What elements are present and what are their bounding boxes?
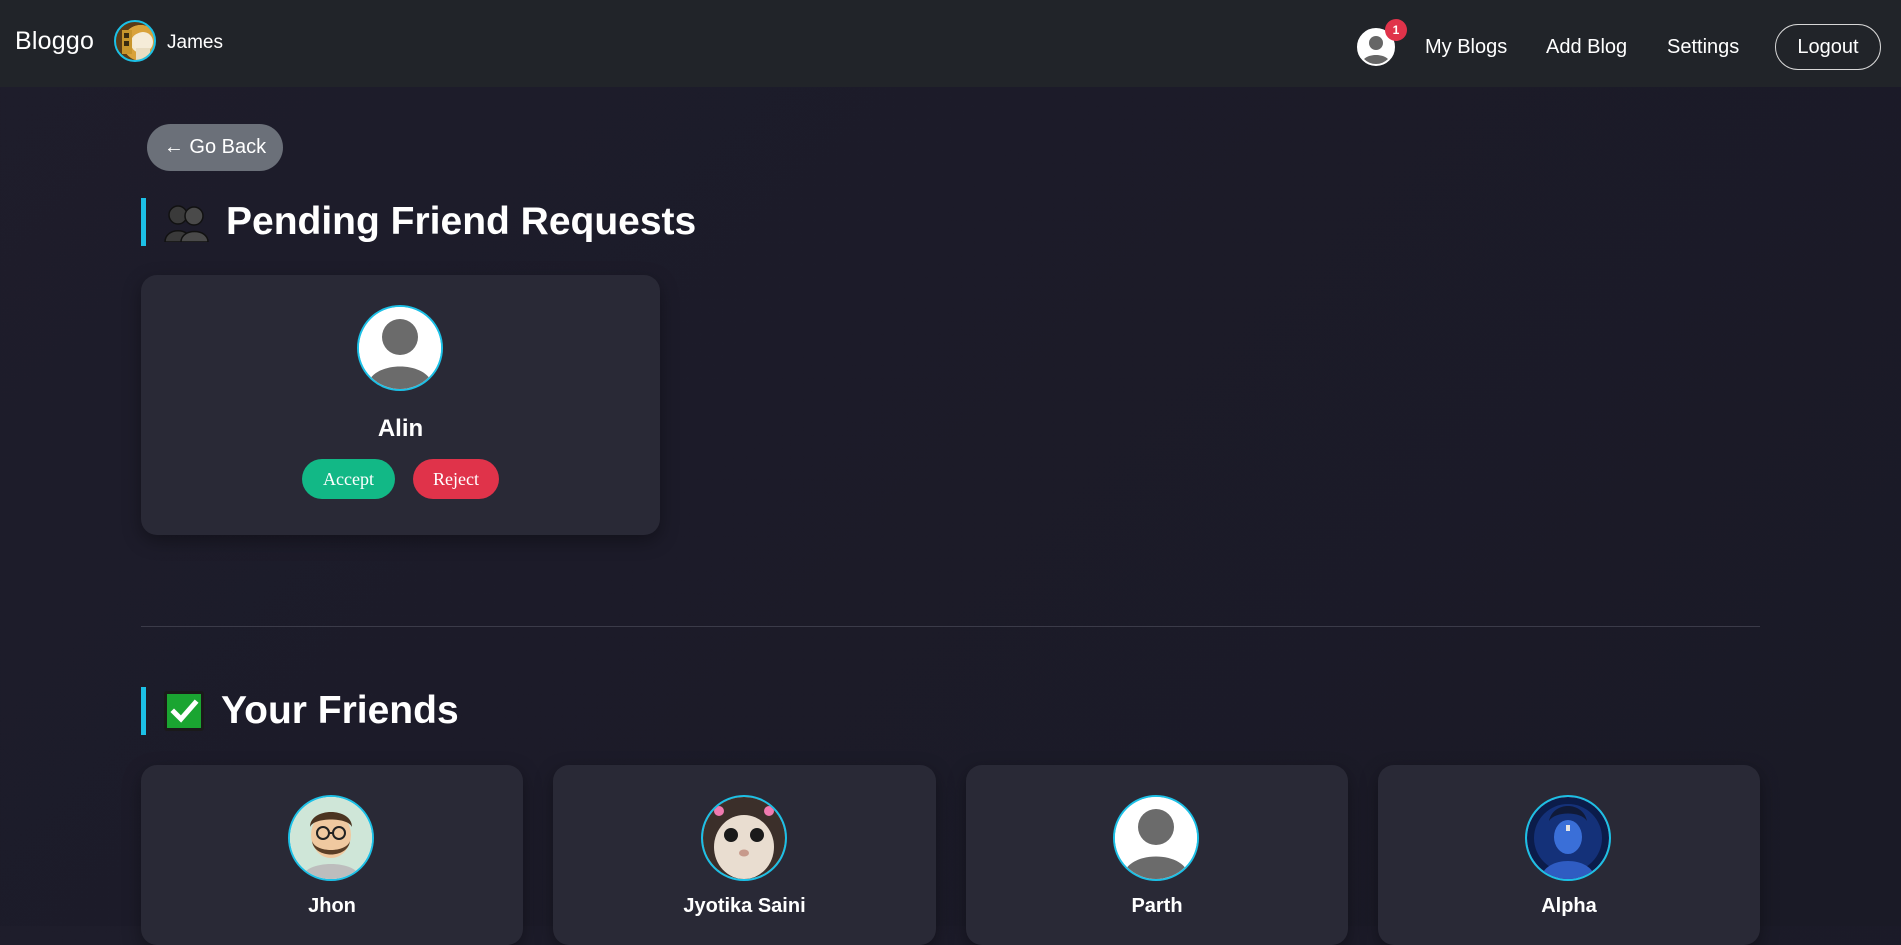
section-divider [141,626,1760,627]
top-navbar: Bloggo James 1 My Blogs Add Blog Setting… [0,0,1901,87]
friend-card[interactable]: Alpha [1378,765,1760,945]
request-user-name: Alin [377,415,424,442]
cartoon-man-avatar-icon [288,795,374,881]
your-friends-heading: Your Friends [141,687,459,735]
friend-card[interactable]: Parth [966,765,1348,945]
friend-requests-button[interactable]: 1 [1357,19,1407,66]
people-icon [164,202,210,243]
friend-card[interactable]: Jyotika Saini [553,765,936,945]
nav-my-blogs[interactable]: My Blogs [1425,36,1507,59]
accept-button[interactable]: Accept [302,459,395,499]
notification-badge: 1 [1385,19,1407,41]
friend-request-card: Alin Accept Reject [141,275,660,535]
friend-name: Parth [1131,895,1183,917]
friend-name: Jyotika Saini [683,895,806,917]
default-avatar-icon [1113,795,1199,881]
friend-name: Jhon [308,895,356,917]
pending-requests-heading: Pending Friend Requests [141,198,696,246]
blue-deity-avatar-icon [1525,795,1611,881]
cat-photo-avatar-icon [701,795,787,881]
reject-button[interactable]: Reject [413,459,499,499]
current-user-name: James [167,32,223,53]
friend-name: Alpha [1541,895,1597,917]
brand-logo[interactable]: Bloggo [15,27,94,56]
nav-add-blog[interactable]: Add Blog [1546,36,1627,59]
default-avatar-icon [357,305,443,391]
pending-requests-title: Pending Friend Requests [226,200,697,243]
current-user-avatar[interactable] [114,20,156,62]
nav-settings[interactable]: Settings [1667,36,1739,59]
logout-button[interactable]: Logout [1775,24,1881,70]
go-back-button[interactable]: ← Go Back [147,124,283,171]
your-friends-title: Your Friends [221,689,459,732]
friend-card[interactable]: Jhon [141,765,523,945]
check-mark-icon [164,691,204,731]
